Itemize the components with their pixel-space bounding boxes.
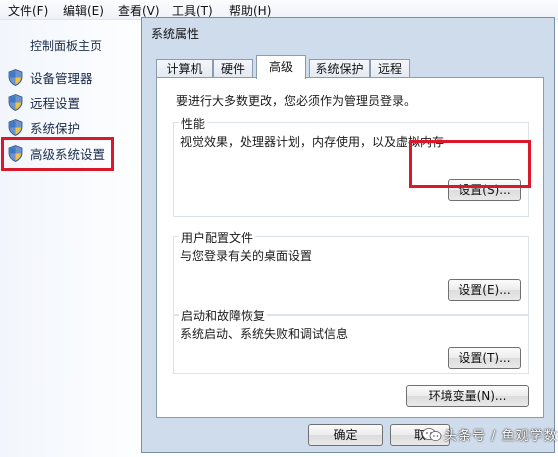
user-profiles-group: 用户配置文件 与您登录有关的桌面设置 设置(E)... [173, 229, 529, 316]
sidebar-item-label: 设备管理器 [30, 70, 93, 86]
user-profiles-title: 用户配置文件 [179, 229, 256, 246]
uac-shield-icon [8, 93, 23, 111]
sidebar-item-label: 系统保护 [30, 120, 81, 136]
sidebar-item-label: 远程设置 [30, 95, 81, 111]
ok-button[interactable]: 确定 [308, 424, 383, 446]
environment-variables-button[interactable]: 环境变量(N)... [406, 385, 529, 407]
highlight-box-advanced-settings [1, 137, 114, 171]
uac-shield-icon [8, 68, 23, 86]
sidebar-item-device-manager[interactable]: 设备管理器 [8, 66, 93, 88]
performance-title: 性能 [179, 115, 208, 132]
tab-system-protection[interactable]: 系统保护 [309, 59, 370, 78]
startup-recovery-description: 系统启动、系统失败和调试信息 [180, 327, 349, 341]
startup-recovery-settings-button[interactable]: 设置(T)... [448, 347, 521, 369]
user-profiles-settings-button[interactable]: 设置(E)... [448, 279, 521, 301]
performance-description: 视觉效果，处理器计划，内存使用，以及虚拟内存 [180, 135, 445, 149]
tab-computer-name[interactable]: 计算机名 [156, 59, 213, 94]
tab-remote[interactable]: 远程 [370, 59, 410, 78]
sidebar-item-remote-settings[interactable]: 远程设置 [8, 91, 80, 113]
startup-recovery-group: 启动和故障恢复 系统启动、系统失败和调试信息 设置(T)... [173, 307, 529, 374]
system-properties-dialog: 系统属性 计算机名 硬件 高级 系统保护 远程 要进行大多数更改，您必须作为管理… [141, 17, 555, 453]
sidebar-item-system-protection[interactable]: 系统保护 [8, 116, 80, 138]
watermark: 头条号 / 鱼观学数控 [420, 418, 558, 452]
toutiao-logo-icon [422, 428, 442, 441]
watermark-text: 头条号 / 鱼观学数控 [444, 429, 558, 444]
dialog-title: 系统属性 [151, 27, 200, 41]
control-panel-sidebar: 控制面板主页 设备管理器 远程设置 系统保护 高级系统设置 [0, 20, 140, 457]
tab-hardware[interactable]: 硬件 [213, 59, 253, 78]
menu-edit[interactable]: 编辑(E) [63, 2, 104, 19]
advanced-tab-panel: 要进行大多数更改，您必须作为管理员登录。 性能 视觉效果，处理器计划，内存使用，… [156, 77, 544, 418]
control-panel-home-link[interactable]: 控制面板主页 [30, 37, 102, 54]
highlight-box-performance-settings [409, 140, 531, 188]
user-profiles-description: 与您登录有关的桌面设置 [180, 249, 313, 263]
menu-file[interactable]: 文件(F) [8, 2, 48, 19]
startup-recovery-title: 启动和故障恢复 [179, 307, 268, 324]
uac-shield-icon [8, 118, 23, 136]
admin-note: 要进行大多数更改，您必须作为管理员登录。 [176, 94, 417, 108]
tab-advanced[interactable]: 高级 [256, 55, 306, 79]
